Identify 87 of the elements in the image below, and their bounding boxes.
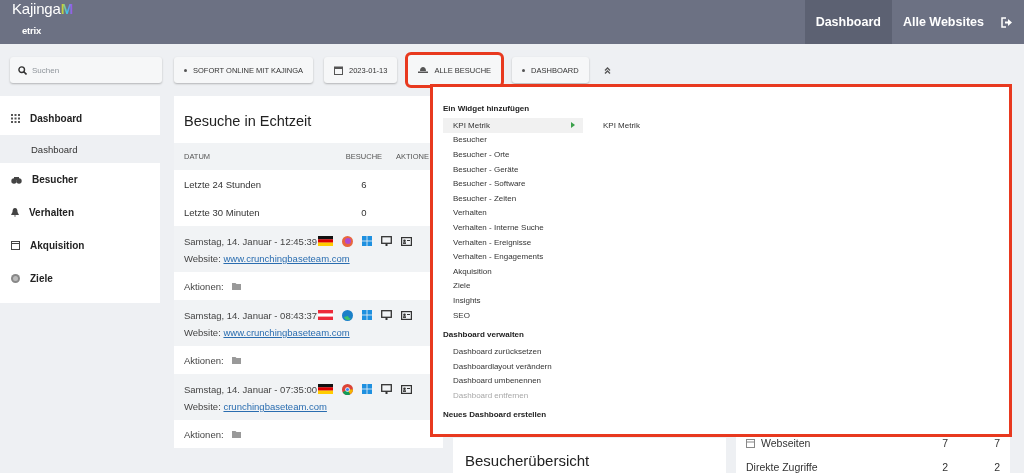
- contact-card-icon: [401, 310, 413, 320]
- flag-icon: [318, 310, 334, 320]
- windows-icon: [362, 236, 373, 246]
- dot-icon: [184, 68, 187, 72]
- website-link[interactable]: www.crunchingbaseteam.com: [223, 253, 350, 264]
- windows-icon: [362, 384, 373, 394]
- monitor-icon: [381, 236, 393, 246]
- browser-icon: [342, 383, 354, 395]
- folder-icon[interactable]: [231, 356, 241, 364]
- nav-tab[interactable]: Alle Websites: [891, 0, 995, 44]
- menu-item[interactable]: Verhalten - Engagements: [443, 249, 583, 264]
- sidebar-item[interactable]: Akquisition: [0, 229, 160, 262]
- chevron-up-icon[interactable]: [603, 66, 611, 74]
- sidebar-item[interactable]: Verhalten: [0, 196, 160, 229]
- logo: KajingaM etrix: [12, 0, 74, 38]
- visit-time: Samstag, 14. Januar - 08:43:37: [184, 309, 318, 321]
- browser-icon: [342, 309, 354, 321]
- table-cell-text: Letzte 24 Stunden: [184, 178, 263, 190]
- table-cell-text: Letzte 30 Minuten: [184, 206, 261, 218]
- menu-item[interactable]: Dashboard zurücksetzen: [443, 344, 583, 359]
- website-text: Website: www.crunchingbaseteam.com: [184, 253, 351, 264]
- submenu-arrow-icon: [571, 122, 575, 129]
- monitor-icon: [381, 384, 393, 394]
- windows-icon: [362, 310, 373, 320]
- menu-item[interactable]: SEO: [443, 307, 583, 323]
- menu-item[interactable]: KPI Metrik: [443, 118, 583, 133]
- menu-item[interactable]: Verhalten: [443, 205, 583, 221]
- menu-item[interactable]: Dashboardlayout verändern: [443, 358, 583, 374]
- contact-card-icon: [401, 236, 413, 246]
- sidebar-subitem[interactable]: Dashboard: [0, 135, 160, 163]
- monitor-icon: [381, 310, 393, 320]
- menu-item[interactable]: Besucher - Zeiten: [443, 190, 583, 206]
- table-cell-text: 7: [941, 437, 948, 449]
- menu-section-title: Dashboard verwalten: [443, 328, 525, 341]
- window-icon: [11, 241, 20, 250]
- folder-icon[interactable]: [231, 282, 241, 290]
- table-cell: Webseiten: [761, 437, 811, 449]
- menu-section-title: Ein Widget hinzufügen: [443, 102, 531, 115]
- grid-icon: [11, 114, 20, 123]
- table-cell-text: 2: [993, 461, 1000, 473]
- table-cell-text: 0: [360, 206, 368, 218]
- actions-label: Aktionen:: [184, 428, 224, 440]
- table-cell-text: 2: [941, 461, 948, 473]
- menu-item[interactable]: Besucher: [443, 132, 583, 148]
- menu-item[interactable]: Besucher - Orte: [443, 147, 583, 162]
- visit-time: Samstag, 14. Januar - 12:45:39: [184, 235, 318, 247]
- calendar-icon: [334, 65, 344, 75]
- bell-icon: [11, 208, 19, 217]
- table-cell-text: 6: [360, 178, 368, 190]
- folder-icon[interactable]: [231, 430, 241, 438]
- card-title: Besuche in Echtzeit: [183, 112, 313, 131]
- search-field[interactable]: Suchen: [10, 57, 162, 83]
- nav-tab[interactable]: Dashboard: [804, 0, 892, 44]
- menu-section-title[interactable]: Neues Dashboard erstellen: [443, 404, 999, 425]
- table-cell-text: 7: [993, 437, 1000, 449]
- website-text: Website: www.crunchingbaseteam.com: [184, 327, 351, 338]
- card-title: Besucherübersicht: [465, 452, 590, 469]
- flag-icon: [318, 384, 334, 394]
- menu-item[interactable]: Verhalten - Ereignisse: [443, 234, 583, 250]
- website-text: Website: crunchingbaseteam.com: [184, 401, 328, 412]
- page-icon: [746, 438, 755, 448]
- contact-card-icon: [401, 384, 413, 394]
- actions-label: Aktionen:: [184, 354, 224, 366]
- hat-icon: [418, 67, 429, 73]
- binoculars-icon: [11, 175, 22, 184]
- website-link[interactable]: crunchingbaseteam.com: [223, 401, 327, 412]
- logout-icon[interactable]: [1001, 16, 1012, 28]
- visit-time: Samstag, 14. Januar - 07:35:00: [184, 383, 318, 395]
- submenu-item[interactable]: KPI Metrik: [603, 120, 640, 130]
- table-cell: Direkte Zugriffe: [746, 461, 818, 473]
- sidebar-item[interactable]: Dashboard: [0, 102, 160, 135]
- browser-icon: [342, 235, 354, 247]
- actions-label: Aktionen:: [184, 280, 224, 292]
- menu-item[interactable]: Akquisition: [443, 263, 583, 279]
- target-icon: [11, 274, 20, 283]
- search-icon: [18, 66, 27, 75]
- sidebar-item[interactable]: Besucher: [0, 163, 160, 196]
- website-link[interactable]: www.crunchingbaseteam.com: [223, 327, 350, 338]
- menu-item[interactable]: Verhalten - Interne Suche: [443, 220, 583, 235]
- flag-icon: [318, 236, 334, 246]
- menu-item[interactable]: Dashboard umbenennen: [443, 373, 583, 389]
- menu-item[interactable]: Ziele: [443, 278, 583, 294]
- menu-item[interactable]: Insights: [443, 293, 583, 308]
- dot-icon: [522, 68, 526, 72]
- sidebar-item[interactable]: Ziele: [0, 262, 160, 295]
- menu-item[interactable]: Besucher - Software: [443, 176, 583, 191]
- menu-item[interactable]: Besucher - Geräte: [443, 161, 583, 177]
